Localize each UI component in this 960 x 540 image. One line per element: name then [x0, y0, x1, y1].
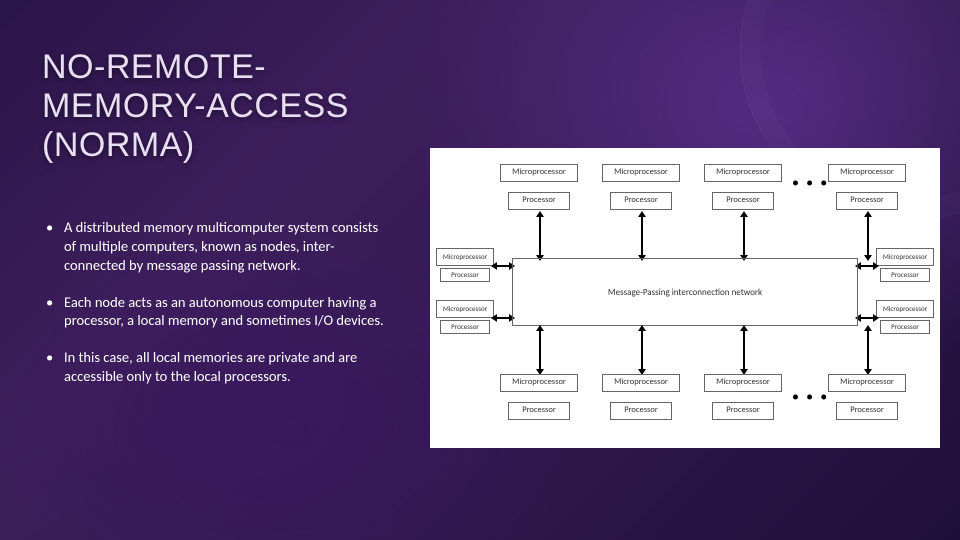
arrow-icon — [867, 330, 869, 370]
arrow-icon — [496, 317, 510, 319]
node-top-1-mp: Microprocessor — [500, 164, 578, 182]
arrow-icon — [641, 216, 643, 256]
node-top-1-proc: Processor — [508, 192, 570, 210]
node-left-top-proc: Processor — [440, 268, 490, 282]
node-bot-3-proc: Processor — [712, 402, 774, 420]
arrow-icon — [743, 216, 745, 256]
norma-diagram: Microprocessor Processor Microprocessor … — [430, 148, 940, 448]
dots-bottom: • • • — [792, 388, 829, 405]
node-right-bot-mp: Microprocessor — [876, 300, 934, 318]
node-left-bot-proc: Processor — [440, 320, 490, 334]
arrow-icon — [539, 216, 541, 256]
node-top-4-mp: Microprocessor — [828, 164, 906, 182]
node-top-3-mp: Microprocessor — [704, 164, 782, 182]
node-bot-4-mp: Microprocessor — [828, 374, 906, 392]
arrow-icon — [743, 330, 745, 370]
arrow-icon — [860, 317, 874, 319]
interconnection-network: Message-Passing interconnection network — [512, 258, 858, 326]
bullet-item: A distributed memory multicomputer syste… — [42, 218, 387, 275]
dots-top: • • • — [792, 174, 829, 191]
node-top-4-proc: Processor — [836, 192, 898, 210]
node-bot-2-proc: Processor — [610, 402, 672, 420]
arrow-icon — [867, 216, 869, 256]
node-left-top-mp: Microprocessor — [436, 248, 494, 266]
bullet-item: In this case, all local memories are pri… — [42, 348, 387, 386]
slide-title: NO-REMOTE- MEMORY-ACCESS (NORMA) — [42, 48, 349, 165]
node-bot-1-mp: Microprocessor — [500, 374, 578, 392]
node-top-2-mp: Microprocessor — [602, 164, 680, 182]
arrow-icon — [860, 265, 874, 267]
node-bot-3-mp: Microprocessor — [704, 374, 782, 392]
node-right-top-proc: Processor — [880, 268, 930, 282]
node-right-bot-proc: Processor — [880, 320, 930, 334]
node-bot-4-proc: Processor — [836, 402, 898, 420]
node-top-2-proc: Processor — [610, 192, 672, 210]
node-bot-1-proc: Processor — [508, 402, 570, 420]
arrow-icon — [496, 265, 510, 267]
arrow-icon — [539, 330, 541, 370]
node-left-bot-mp: Microprocessor — [436, 300, 494, 318]
arrow-icon — [641, 330, 643, 370]
node-bot-2-mp: Microprocessor — [602, 374, 680, 392]
node-top-3-proc: Processor — [712, 192, 774, 210]
node-right-top-mp: Microprocessor — [876, 248, 934, 266]
bullet-item: Each node acts as an autonomous computer… — [42, 293, 387, 331]
bullet-list: A distributed memory multicomputer syste… — [42, 218, 387, 404]
